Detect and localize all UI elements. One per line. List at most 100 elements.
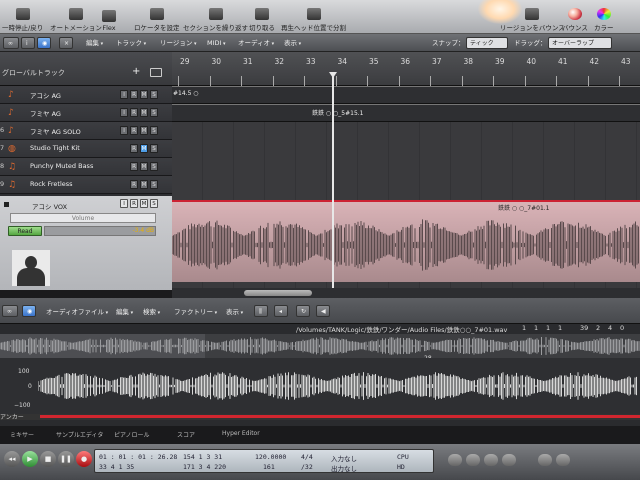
record-enable-button[interactable]: R: [130, 199, 138, 208]
record-enable-button[interactable]: R: [130, 126, 138, 135]
pause-back-icon: [15, 8, 30, 20]
solo-button[interactable]: S: [150, 90, 158, 99]
solo-button[interactable]: S: [150, 126, 158, 135]
input-monitor-button[interactable]: I: [120, 108, 128, 117]
menu-factory[interactable]: ファクトリー: [174, 306, 217, 316]
mute-button[interactable]: M: [140, 108, 148, 117]
waveform-overview[interactable]: 28: [0, 334, 640, 362]
cut-button[interactable]: 切り取る: [249, 2, 275, 32]
cycle-button[interactable]: [538, 454, 552, 466]
media-button[interactable]: ◉: [37, 37, 51, 49]
mute-button[interactable]: M: [140, 199, 148, 208]
input-monitor-button[interactable]: I: [120, 126, 128, 135]
tab-mixer[interactable]: ミキサー: [10, 430, 34, 439]
back-button[interactable]: ◂: [274, 305, 288, 317]
input-monitor-button[interactable]: I: [120, 199, 128, 208]
playhead[interactable]: [332, 72, 334, 290]
track-row[interactable]: 9 ♫ Rock Fretless R M S: [0, 176, 172, 194]
menu-audio[interactable]: オーディオ: [234, 37, 278, 49]
bounce-button[interactable]: バウンス: [562, 2, 588, 32]
track-row[interactable]: 8 ♫ Punchy Muted Bass R M S: [0, 158, 172, 176]
waveform-detail[interactable]: 100 0 −100: [0, 358, 640, 414]
menu-region[interactable]: リージョン: [156, 37, 200, 49]
automation-button[interactable]: オートメーション: [50, 2, 102, 32]
folder-icon[interactable]: [150, 68, 162, 77]
color-button[interactable]: カラー: [594, 2, 614, 32]
menu-edit[interactable]: 編集: [82, 37, 107, 49]
transport-lcd[interactable]: 01 : 01 : 01 : 26.28 33 4 1 35 154 1 3 3…: [94, 449, 434, 473]
stop-button[interactable]: ■: [40, 451, 56, 467]
audio-region[interactable]: 鉄鉄 ○ ○_5#15.1: [172, 104, 640, 122]
midi-region[interactable]: #14.5 ○: [172, 86, 640, 104]
bar-tick: [587, 76, 589, 86]
metronome-button[interactable]: [502, 454, 516, 466]
track-row[interactable]: 6 ♪ フミヤ AG SOLO I R M S: [0, 122, 172, 140]
solo-button[interactable]: S: [150, 144, 158, 153]
record-enable-button[interactable]: R: [130, 162, 138, 171]
menu-midi[interactable]: MIDI: [203, 37, 230, 49]
menu-view[interactable]: 表示: [226, 306, 243, 316]
automation-parameter-select[interactable]: Volume: [10, 213, 156, 223]
selected-audio-region[interactable]: 鉄鉄 ○ ○_7#01.1: [172, 200, 640, 282]
menu-audio-file[interactable]: オーディオファイル: [46, 306, 108, 316]
tab-sample-editor[interactable]: サンプルエディタ: [56, 430, 103, 439]
bounce-region-button[interactable]: リージョンをバウンス: [500, 2, 565, 32]
replace-button[interactable]: [448, 454, 462, 466]
inspector-button[interactable]: i: [21, 37, 35, 49]
input-monitor-button[interactable]: I: [120, 90, 128, 99]
tab-hyper-editor[interactable]: Hyper Editor: [222, 430, 260, 437]
speaker-icon[interactable]: ◀: [316, 305, 330, 317]
track-row[interactable]: ♪ アコシ AG I R M S: [0, 86, 172, 104]
repeat-section-button[interactable]: セクションを繰り返す: [183, 2, 248, 32]
record-enable-button[interactable]: R: [130, 180, 138, 189]
add-track-button[interactable]: +: [132, 66, 140, 77]
drag-select[interactable]: オーバーラップ: [548, 37, 612, 49]
play-button[interactable]: ▶: [22, 451, 38, 467]
sync-button[interactable]: [484, 454, 498, 466]
link-button[interactable]: ∞: [3, 37, 19, 49]
loop-button[interactable]: ↻: [296, 305, 310, 317]
record-enable-button[interactable]: R: [130, 108, 138, 117]
catch-button[interactable]: ◉: [22, 305, 36, 317]
menu-search[interactable]: 検索: [143, 306, 160, 316]
tab-piano-roll[interactable]: ピアノロール: [114, 430, 149, 439]
mute-button[interactable]: M: [140, 126, 148, 135]
menu-track[interactable]: トラック: [112, 37, 150, 49]
solo-button[interactable]: S: [150, 162, 158, 171]
automation-mode-select[interactable]: Read: [8, 226, 42, 236]
tool-button[interactable]: ×: [59, 37, 73, 49]
solo-button[interactable]: S: [150, 199, 158, 208]
mute-button[interactable]: M: [140, 162, 148, 171]
record-enable-button[interactable]: R: [130, 144, 138, 153]
mute-button[interactable]: M: [140, 144, 148, 153]
horizontal-scrollbar[interactable]: [172, 288, 640, 298]
menu-edit[interactable]: 編集: [116, 306, 133, 316]
menu-view[interactable]: 表示: [280, 37, 305, 49]
autopunch-button[interactable]: [556, 454, 570, 466]
pause-back-button[interactable]: 一時停止/戻り: [2, 2, 43, 32]
flex-button[interactable]: Flex: [102, 2, 116, 32]
arrange-area[interactable]: 29 30 31 32 33 34 35 36 37 38 39 40 41 42 43 #14.5 ○ 鉄…: [172, 52, 640, 290]
track-row[interactable]: ♪ フミヤ AG I R M S: [0, 104, 172, 122]
pause-button[interactable]: ❚❚: [58, 451, 74, 467]
solo-mode-button[interactable]: [466, 454, 480, 466]
solo-button[interactable]: S: [150, 180, 158, 189]
record-enable-button[interactable]: R: [130, 90, 138, 99]
global-tracks-row[interactable]: グローバルトラック +: [0, 52, 172, 86]
mute-button[interactable]: M: [140, 180, 148, 189]
rewind-button[interactable]: ◂◂: [4, 451, 20, 467]
selection-range-bar[interactable]: [40, 415, 640, 418]
snap-select[interactable]: ティック: [466, 37, 508, 49]
record-button[interactable]: ●: [76, 451, 92, 467]
selected-track-vox[interactable]: アコシ VOX I R M S Volume Read -3.4 dB: [0, 196, 172, 290]
scrollbar-thumb[interactable]: [244, 290, 312, 296]
link-button[interactable]: ∞: [2, 305, 18, 317]
tab-score[interactable]: スコア: [177, 430, 195, 439]
mute-button[interactable]: M: [140, 90, 148, 99]
split-at-playhead-button[interactable]: 再生ヘッド位置で分割: [281, 2, 346, 32]
solo-button[interactable]: S: [150, 108, 158, 117]
bar-ruler[interactable]: 29 30 31 32 33 34 35 36 37 38 39 40 41 42 43: [172, 52, 640, 86]
track-row[interactable]: 7 ◍ Studio Tight Kit R M S: [0, 140, 172, 158]
set-locator-button[interactable]: ロケータを設定: [134, 2, 180, 32]
waveform-zoom-button[interactable]: ⫼: [254, 305, 268, 317]
